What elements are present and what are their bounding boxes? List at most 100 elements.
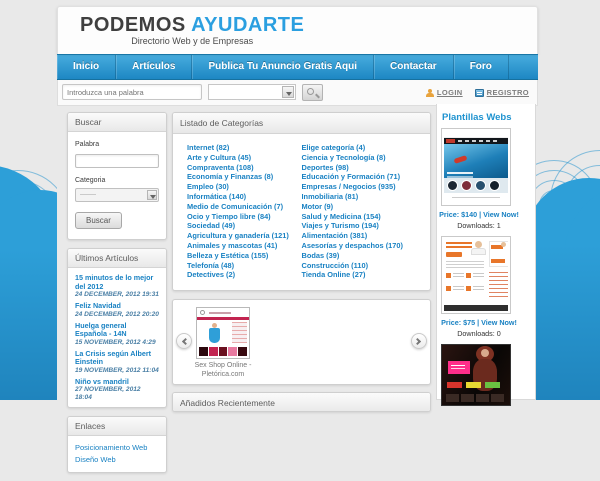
article-item[interactable]: La Crisis según Albert Einstein 19 NOVEM… [75, 349, 159, 375]
article-link[interactable]: 15 minutos de lo mejor del 2012 [75, 273, 159, 291]
category-link[interactable]: Ciencia y Tecnología (8) [302, 153, 417, 163]
category-link[interactable]: Viajes y Turismo (194) [302, 221, 417, 231]
user-icon [425, 88, 434, 97]
article-link[interactable]: Huelga general Española - 14N [75, 321, 159, 339]
category-link[interactable]: Telefonía (48) [187, 261, 302, 271]
nav-item-inicio[interactable]: Inicio [57, 55, 117, 79]
links-box: Enlaces Posicionamiento Web Diseño Web [67, 416, 167, 473]
category-link[interactable]: Informática (140) [187, 192, 302, 202]
thumbnail-mock-website [444, 131, 508, 203]
latest-articles-list: 15 minutos de lo mejor del 2012 24 DECEM… [68, 268, 166, 407]
nav-item-contactar[interactable]: Contactar [374, 55, 454, 79]
template-thumbnail-fashion[interactable] [441, 344, 511, 406]
search-box: Buscar Palabra Categoria -------- Buscar [67, 112, 167, 240]
search-box-form: Palabra Categoria -------- Buscar [68, 132, 166, 239]
logo-text: PODEMOS AYUDARTE [80, 14, 304, 36]
category-link[interactable]: Internet (82) [187, 143, 302, 153]
latest-articles-box: Últimos Artículos 15 minutos de lo mejor… [67, 248, 167, 408]
search-button[interactable] [302, 84, 323, 101]
carousel-thumbnail-sexshop[interactable] [196, 307, 250, 360]
site-tagline: Directorio Web y de Empresas [131, 36, 254, 46]
thumbnail-mock-website [197, 308, 249, 359]
category-link[interactable]: Medio de Comunicación (7) [187, 202, 302, 212]
category-link[interactable]: Empresas / Negocios (935) [302, 182, 417, 192]
search-input[interactable] [62, 84, 202, 100]
word-field-input[interactable] [75, 153, 159, 168]
category-link[interactable]: Empleo (30) [187, 182, 302, 192]
login-link[interactable]: LOGIN [425, 88, 463, 97]
nav-item-foro[interactable]: Foro [454, 55, 509, 79]
category-link[interactable]: Deportes (98) [302, 163, 417, 173]
logo-accent: AYUDARTE [191, 14, 305, 36]
category-field-value: -------- [80, 192, 96, 198]
category-link[interactable]: Tienda Online (27) [302, 270, 417, 280]
template-downloads: Downloads: 1 [457, 221, 501, 230]
category-link[interactable]: Asesorías y despachos (170) [302, 241, 417, 251]
chevron-right-icon [413, 338, 422, 346]
recently-added-title: Añadidos Recientemente [173, 393, 430, 412]
category-field-select[interactable]: -------- [75, 188, 159, 202]
category-link[interactable]: Bodas (39) [302, 251, 417, 261]
left-sidebar: Buscar Palabra Categoria -------- Buscar… [67, 112, 167, 481]
templates-panel: Plantillas Webs Price: $140 | View Now! … [436, 104, 536, 406]
article-link[interactable]: Feliz Navidad [75, 301, 159, 311]
register-link[interactable]: REGISTRO [474, 88, 529, 97]
template-price-link[interactable]: Price: $140 | View Now! [437, 210, 521, 219]
login-label: LOGIN [436, 88, 463, 97]
templates-panel-title: Plantillas Webs [442, 112, 512, 123]
category-link[interactable]: Salud y Medicina (154) [302, 212, 417, 222]
auth-links: LOGIN REGISTRO [425, 88, 529, 97]
category-link[interactable]: Belleza y Estética (155) [187, 251, 302, 261]
blue-fill [536, 245, 600, 400]
template-thumbnail-diving[interactable] [441, 128, 511, 206]
search-icon-handle [315, 93, 320, 99]
sponsors-carousel: Sex Shop Online - Pletórica.com [172, 299, 431, 386]
article-item[interactable]: Niño vs mandril 27 NOVEMBER, 2012 18:04 [75, 377, 159, 403]
category-link[interactable]: Agricultura y ganadería (121) [187, 231, 302, 241]
article-item[interactable]: 15 minutos de lo mejor del 2012 24 DECEM… [75, 273, 159, 299]
select-dropdown-button[interactable] [147, 190, 157, 200]
article-item[interactable]: Huelga general Española - 14N 15 NOVEMBE… [75, 321, 159, 347]
template-price-link[interactable]: Price: $75 | View Now! [437, 318, 521, 327]
links-list: Posicionamiento Web Diseño Web [68, 436, 166, 472]
search-bar: LOGIN REGISTRO [57, 80, 538, 106]
buscar-submit-button[interactable]: Buscar [75, 212, 122, 229]
category-field-label: Categoria [75, 177, 106, 184]
nav-item-articulos[interactable]: Artículos [116, 55, 193, 79]
carousel-prev-button[interactable] [176, 333, 192, 350]
category-link[interactable]: Educación y Formación (71) [302, 172, 417, 182]
search-icon [307, 88, 314, 95]
carousel-caption-line2: Pletórica.com [201, 370, 245, 378]
category-link[interactable]: Sociedad (49) [187, 221, 302, 231]
category-link[interactable]: Construcción (110) [302, 261, 417, 271]
blue-fill [0, 250, 57, 400]
select-dropdown-button[interactable] [282, 86, 294, 98]
link-diseno-web[interactable]: Diseño Web [75, 454, 159, 466]
category-link[interactable]: Motor (9) [302, 202, 417, 212]
category-link[interactable]: Alimentación (381) [302, 231, 417, 241]
thumbnail-mock-website [444, 239, 508, 311]
page-container: PODEMOS AYUDARTE Directorio Web y de Emp… [57, 6, 538, 106]
category-link[interactable]: Animales y mascotas (41) [187, 241, 302, 251]
category-link[interactable]: Compraventa (108) [187, 163, 302, 173]
category-link[interactable]: Elige categoría (4) [302, 143, 417, 153]
carousel-caption-line1: Sex Shop Online - [194, 362, 252, 370]
categories-title: Listado de Categorías [173, 113, 430, 134]
category-link[interactable]: Economía y Finanzas (8) [187, 172, 302, 182]
main-content: Listado de Categorías Internet (82) Arte… [172, 112, 431, 420]
logo[interactable]: PODEMOS AYUDARTE Directorio Web y de Emp… [80, 14, 304, 46]
carousel-caption[interactable]: Sex Shop Online - Pletórica.com [178, 362, 268, 379]
category-link[interactable]: Inmobiliaria (81) [302, 192, 417, 202]
article-link[interactable]: Niño vs mandril [75, 377, 159, 387]
search-category-select[interactable] [208, 84, 296, 100]
article-item[interactable]: Feliz Navidad 24 DECEMBER, 2012 20:20 [75, 301, 159, 319]
category-link[interactable]: Ocio y Tiempo libre (84) [187, 212, 302, 222]
category-link[interactable]: Arte y Cultura (45) [187, 153, 302, 163]
carousel-next-button[interactable] [411, 333, 427, 350]
template-thumbnail-repair-service[interactable] [441, 236, 511, 314]
main-navigation: Inicio Artículos Publica Tu Anuncio Grat… [57, 54, 538, 80]
link-posicionamiento-web[interactable]: Posicionamiento Web [75, 442, 159, 454]
nav-item-publica-anuncio[interactable]: Publica Tu Anuncio Gratis Aqui [192, 55, 374, 79]
article-link[interactable]: La Crisis según Albert Einstein [75, 349, 159, 367]
category-link[interactable]: Detectives (2) [187, 270, 302, 280]
